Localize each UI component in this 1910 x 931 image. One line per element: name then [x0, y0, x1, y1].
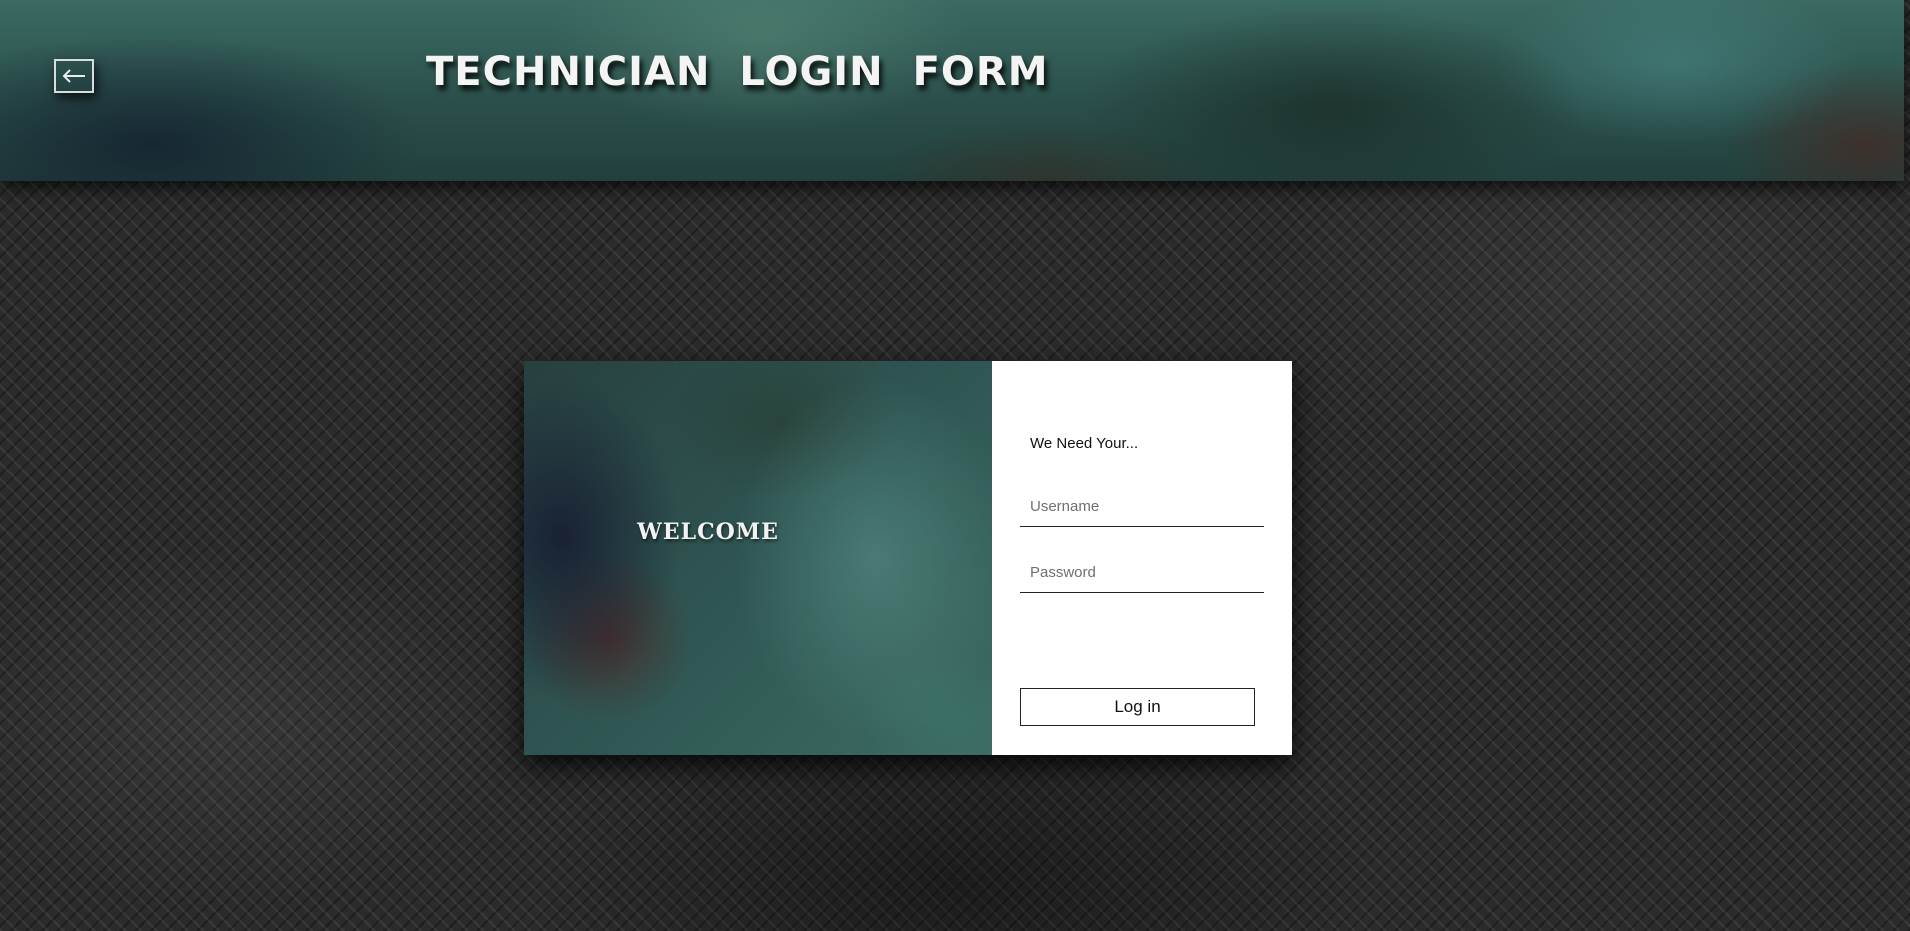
username-input[interactable]	[1020, 487, 1264, 527]
login-form: We Need Your... Log in	[992, 361, 1292, 755]
page-title: TECHNICIAN LOGIN FORM	[426, 49, 1049, 95]
header-banner: TECHNICIAN LOGIN FORM	[0, 0, 1904, 181]
form-heading: We Need Your...	[1030, 435, 1139, 452]
left-arrow-icon	[62, 69, 85, 83]
back-button[interactable]	[54, 59, 94, 93]
password-input[interactable]	[1020, 553, 1264, 593]
welcome-text: WELCOME	[637, 519, 779, 545]
login-card: WELCOME We Need Your... Log in	[524, 361, 1292, 755]
login-button[interactable]: Log in	[1020, 688, 1255, 726]
welcome-panel: WELCOME	[524, 361, 992, 755]
